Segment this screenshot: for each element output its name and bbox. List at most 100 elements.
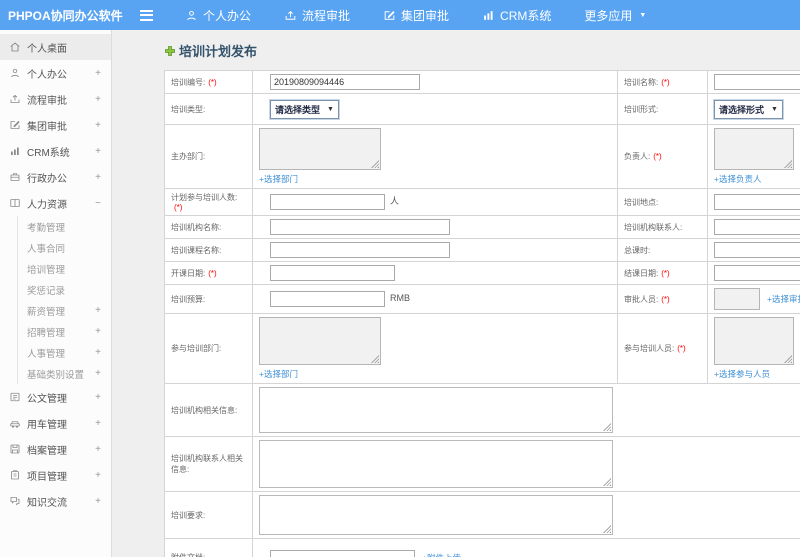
nav-label: CRM系统: [500, 8, 552, 23]
sidebar-item-admin-office[interactable]: 行政办公 +: [0, 164, 111, 190]
nav-workflow-approval[interactable]: 流程审批: [284, 7, 350, 24]
caret-down-icon: ▼: [639, 11, 647, 19]
select-participants-link[interactable]: +选择参与人员: [714, 368, 770, 380]
submenu-item-base-category[interactable]: 基础类别设置 +: [18, 363, 111, 384]
menu-toggle-icon[interactable]: [140, 9, 153, 21]
budget-input[interactable]: [270, 291, 385, 307]
page-title: 培训计划发布: [164, 41, 800, 60]
training-number-input[interactable]: [270, 74, 420, 90]
total-hours-input[interactable]: [714, 242, 800, 258]
required-mark: (*): [208, 77, 217, 87]
org-info-textarea[interactable]: [259, 387, 613, 433]
end-date-input[interactable]: [714, 265, 800, 281]
submenu-item-personnel[interactable]: 人事管理 +: [18, 342, 111, 363]
top-navigation: 个人办公 流程审批 集团审批 CRM系统 更多应用 ▼: [185, 7, 646, 24]
field-label: 结课日期:: [624, 268, 659, 278]
org-contact-input[interactable]: [714, 219, 800, 235]
form-row: 开课日期: (*) 结课日期: (*): [164, 261, 800, 285]
course-name-input[interactable]: [270, 242, 450, 258]
leader-textarea[interactable]: [714, 128, 794, 170]
sidebar-item-workflow-approval[interactable]: 流程审批 +: [0, 86, 111, 112]
field-label: 开课日期:: [171, 268, 206, 278]
org-name-input[interactable]: [270, 219, 450, 235]
expand-toggle[interactable]: +: [94, 368, 102, 379]
org-contact-info-textarea[interactable]: [259, 440, 613, 488]
location-input[interactable]: [714, 194, 800, 210]
sidebar-item-crm[interactable]: CRM系统 +: [0, 138, 111, 164]
form-row: 培训机构相关信息:: [164, 383, 800, 437]
host-department-textarea[interactable]: [259, 128, 381, 170]
sidebar-item-label: 流程审批: [27, 95, 67, 107]
select-department-link[interactable]: +选择部门: [259, 173, 298, 185]
sidebar-item-label: 档案管理: [27, 445, 67, 457]
attachment-input[interactable]: [270, 549, 415, 557]
requirement-textarea[interactable]: [259, 495, 613, 535]
planned-count-input[interactable]: [270, 194, 385, 210]
sidebar-item-archives[interactable]: 档案管理 +: [0, 436, 111, 462]
form-row: 培训类型: 请选择类型 ▼ 培训形式: 请选择形式 ▼: [164, 93, 800, 125]
submenu-item-label: 招聘管理: [27, 327, 66, 339]
submenu-item-rewards[interactable]: 奖惩记录: [18, 279, 111, 300]
required-mark: (*): [208, 268, 217, 278]
submenu-item-attendance[interactable]: 考勤管理: [18, 216, 111, 237]
hr-submenu: 考勤管理 人事合同 培训管理 奖惩记录 薪资管理 + 招聘管理 + 人事管理 +…: [17, 216, 111, 384]
submenu-item-recruitment[interactable]: 招聘管理 +: [18, 321, 111, 342]
sidebar-item-knowledge[interactable]: 知识交流 +: [0, 488, 111, 514]
start-date-input[interactable]: [270, 265, 395, 281]
sidebar-item-vehicle[interactable]: 用车管理 +: [0, 410, 111, 436]
select-value: 请选择形式: [719, 104, 765, 115]
field-label: 附件文档:: [171, 553, 205, 557]
expand-toggle[interactable]: +: [94, 120, 102, 131]
attachment-upload-link[interactable]: +附件上传: [422, 552, 461, 557]
expand-toggle[interactable]: +: [94, 94, 102, 105]
expand-toggle[interactable]: +: [94, 172, 102, 183]
expand-toggle[interactable]: +: [94, 470, 102, 481]
edit-square-icon: [384, 10, 395, 20]
expand-toggle[interactable]: +: [94, 305, 102, 316]
expand-toggle[interactable]: +: [94, 326, 102, 337]
submenu-item-salary[interactable]: 薪资管理 +: [18, 300, 111, 321]
sidebar-item-group-approval[interactable]: 集团审批 +: [0, 112, 111, 138]
sidebar-item-label: 个人桌面: [27, 43, 67, 55]
training-type-select[interactable]: 请选择类型 ▼: [269, 98, 340, 120]
expand-toggle[interactable]: +: [94, 392, 102, 403]
submenu-item-label: 奖惩记录: [27, 285, 66, 297]
expand-toggle[interactable]: +: [94, 418, 102, 429]
select-approver-link[interactable]: +选择审批人员: [767, 293, 800, 305]
sidebar-item-official-docs[interactable]: 公文管理 +: [0, 384, 111, 410]
sidebar-item-hr[interactable]: 人力资源 −: [0, 190, 111, 216]
archive-icon: [10, 444, 20, 454]
field-label: 培训要求:: [171, 510, 206, 520]
sidebar-item-personal-office[interactable]: 个人办公 +: [0, 60, 111, 86]
expand-toggle[interactable]: +: [94, 347, 102, 358]
training-name-input[interactable]: [714, 74, 800, 90]
join-people-textarea[interactable]: [714, 317, 794, 365]
topbar: PHPOA协同办公软件 个人办公 流程审批 集团审批 CRM系统 更多应用 ▼: [0, 0, 800, 30]
form-row: 培训课程名称: 总课时:: [164, 238, 800, 262]
select-leader-link[interactable]: +选择负责人: [714, 173, 761, 185]
field-label: 培训地点:: [624, 197, 659, 207]
sidebar-item-projects[interactable]: 项目管理 +: [0, 462, 111, 488]
expand-toggle[interactable]: +: [94, 496, 102, 507]
training-mode-select[interactable]: 请选择形式 ▼: [713, 98, 784, 120]
submenu-item-label: 培训管理: [27, 264, 66, 276]
nav-group-approval[interactable]: 集团审批: [383, 7, 449, 24]
collapse-toggle[interactable]: −: [94, 198, 102, 209]
expand-toggle[interactable]: +: [94, 444, 102, 455]
field-label: 培训课程名称:: [171, 245, 222, 255]
approver-box[interactable]: [714, 288, 760, 310]
nav-crm-system[interactable]: CRM系统: [482, 7, 551, 24]
join-department-textarea[interactable]: [259, 317, 381, 365]
form-row: 计划参与培训人数:(*) 人 培训地点:: [164, 188, 800, 216]
submenu-item-training[interactable]: 培训管理: [18, 258, 111, 279]
sidebar-item-desktop[interactable]: 个人桌面: [0, 34, 111, 60]
required-mark: (*): [661, 268, 670, 278]
expand-toggle[interactable]: +: [94, 68, 102, 79]
select-department-link[interactable]: +选择部门: [259, 368, 298, 380]
field-label: 参与培训部门:: [171, 344, 222, 353]
expand-toggle[interactable]: +: [94, 146, 102, 157]
nav-more-apps[interactable]: 更多应用 ▼: [584, 7, 646, 24]
user-icon: [187, 10, 196, 20]
nav-personal-office[interactable]: 个人办公: [185, 7, 251, 24]
submenu-item-hr-contract[interactable]: 人事合同: [18, 237, 111, 258]
